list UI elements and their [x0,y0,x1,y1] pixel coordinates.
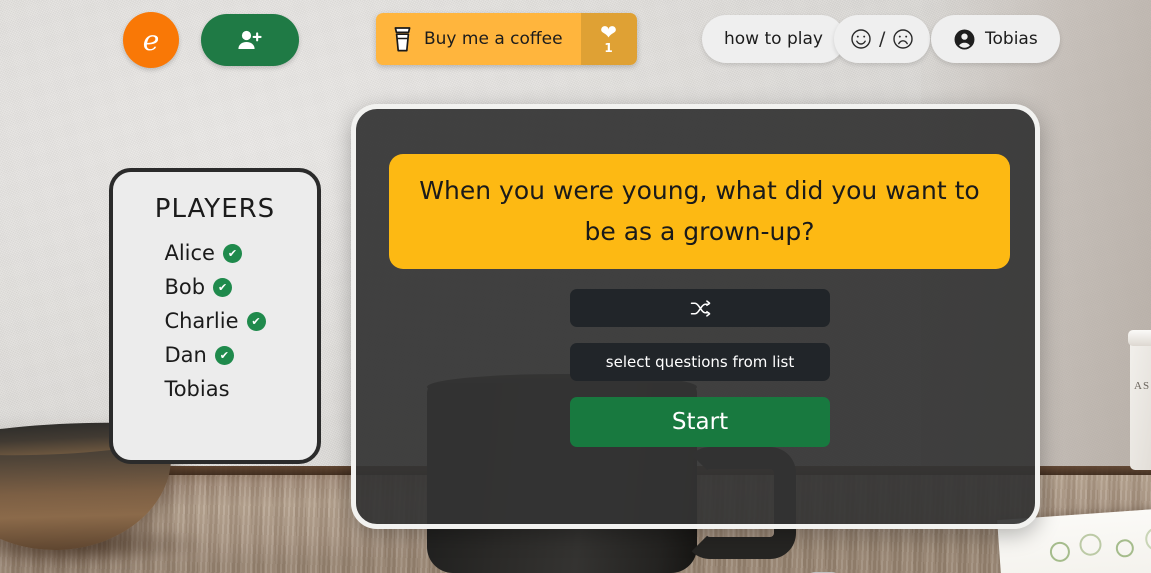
shuffle-question-button[interactable] [570,289,830,327]
coffee-button-main[interactable]: Buy me a coffee [376,13,581,65]
mood-separator: / [879,28,886,50]
heart-icon: ❤ [600,20,617,44]
player-row: Bob ✔ [164,270,265,304]
coffee-button-label: Buy me a coffee [424,29,563,49]
player-row: Dan ✔ [164,338,265,372]
player-name: Alice [164,241,215,265]
background-paper-print [1049,524,1151,573]
coffee-cup-icon [392,26,413,53]
player-row: Tobias✔ [164,372,265,406]
heart-count: 1 [604,41,613,55]
background-jar-label: AS [1134,380,1151,392]
app-root: AS e Buy me a coffee ❤ 1 how to play / T… [0,0,1151,573]
select-questions-from-list-button[interactable]: select questions from list [570,343,830,381]
game-panel: When you were young, what did you want t… [351,104,1040,573]
shuffle-icon [690,299,711,317]
player-row: Alice ✔ [164,236,265,270]
check-circle-icon: ✔ [214,345,234,365]
header-bar: e Buy me a coffee ❤ 1 how to play / Tobi… [0,0,1151,80]
player-name: Tobias [164,377,230,401]
background-jar-lid [1128,330,1151,346]
app-logo-e-icon[interactable]: e [123,12,179,68]
check-circle-icon: ✔ [246,311,266,331]
logo-letter: e [142,23,160,57]
player-row: Charlie ✔ [164,304,266,338]
players-panel: PLAYERS Alice ✔ Bob ✔ Charlie ✔ Dan ✔ Tobias✔ [109,168,321,464]
check-circle-icon: ✔ [222,243,242,263]
user-menu-button[interactable]: Tobias [931,15,1060,63]
start-button[interactable]: Start [570,397,830,447]
player-name: Dan [164,343,207,367]
question-text: When you were young, what did you want t… [419,176,980,246]
mood-feedback-button[interactable]: / [834,15,931,63]
select-questions-label: select questions from list [605,353,795,371]
start-button-label: Start [671,409,729,435]
question-card: When you were young, what did you want t… [389,154,1010,269]
how-to-play-button[interactable]: how to play [702,15,845,63]
buy-me-a-coffee-button[interactable]: Buy me a coffee ❤ 1 [376,13,637,65]
player-name: Bob [164,275,206,299]
account-circle-icon [953,28,976,51]
user-name-label: Tobias [985,29,1038,49]
person-add-icon [237,29,263,51]
players-list: Alice ✔ Bob ✔ Charlie ✔ Dan ✔ Tobias✔ [164,236,266,406]
how-to-play-label: how to play [724,29,823,49]
add-player-button[interactable] [201,14,299,66]
smiley-face-icon [850,28,872,50]
coffee-heart-counter[interactable]: ❤ 1 [580,13,637,65]
check-circle-icon: ✔ [213,277,233,297]
players-panel-title: PLAYERS [154,194,276,224]
frowny-face-icon [892,28,914,50]
player-name: Charlie [164,309,239,333]
